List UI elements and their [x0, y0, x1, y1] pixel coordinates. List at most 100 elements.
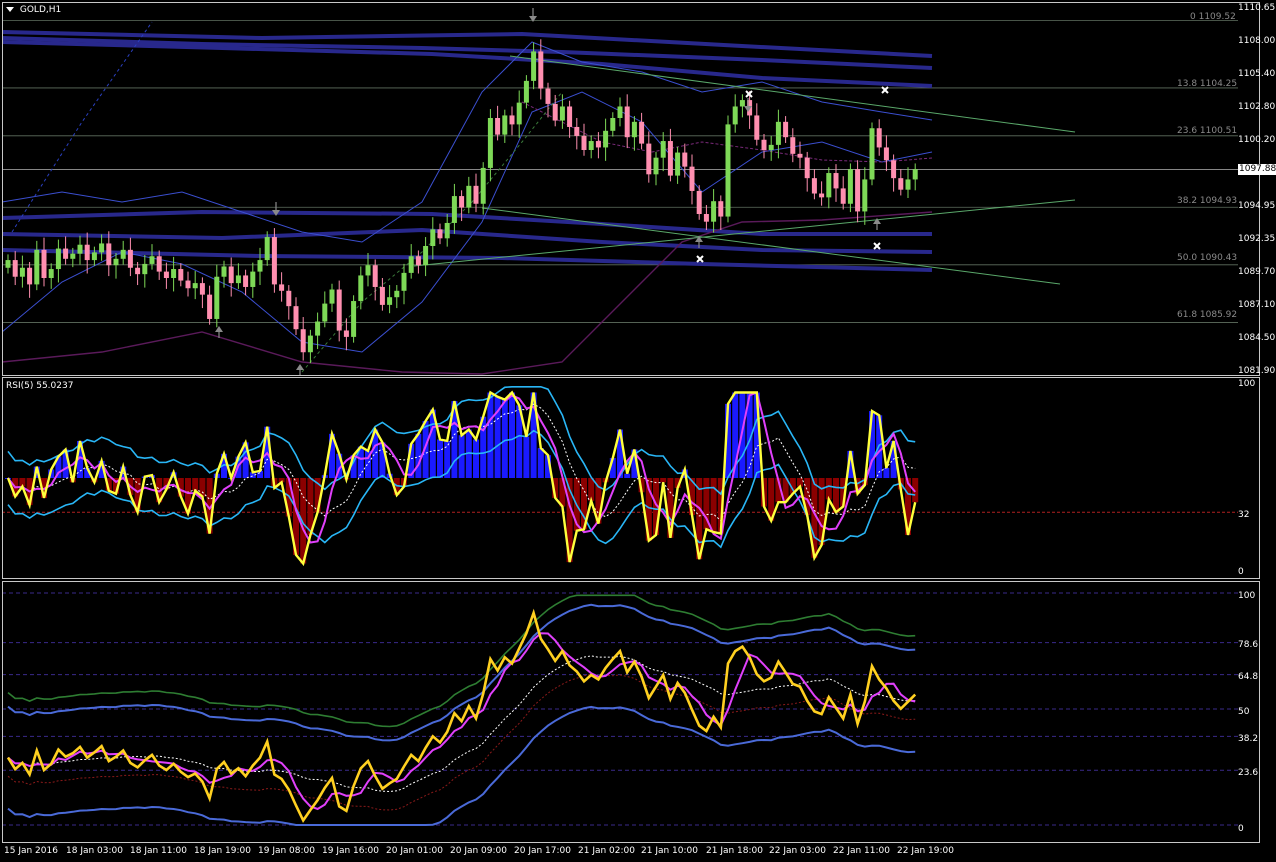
current-price-tag: 1097.88: [1238, 164, 1276, 175]
osc-axis-label: 78.6: [1238, 640, 1259, 650]
bullish-candle: [99, 243, 105, 253]
time-axis-label: 15 Jan 2016: [4, 846, 58, 856]
fib-level-label: 13.8 1104.25: [1177, 79, 1238, 89]
osc-axis-label: 38.2: [1238, 734, 1259, 744]
bearish-candle: [156, 256, 162, 272]
rsi-negative-bar: [710, 478, 717, 533]
bearish-candle: [797, 153, 803, 158]
bearish-candle: [804, 157, 810, 179]
bullish-candle: [660, 141, 666, 158]
bullish-candle: [610, 118, 616, 131]
bearish-candle: [135, 267, 141, 275]
bearish-candle: [163, 271, 169, 278]
price-pane[interactable]: GOLD,H1 1110.65 1108.00 1105.40 1102.80 …: [0, 0, 1276, 376]
bearish-candle: [754, 115, 760, 140]
bearish-candle: [279, 284, 285, 291]
price-plot-area[interactable]: [2, 2, 1260, 376]
bearish-candle: [286, 290, 292, 307]
bearish-candle: [271, 237, 277, 285]
bullish-candle: [257, 260, 263, 272]
fib-level-label: 61.8 1085.92: [1177, 310, 1238, 320]
rsi-chart-svg: [2, 386, 1238, 567]
time-axis-label: 21 Jan 10:00: [641, 846, 698, 856]
bearish-candle: [509, 115, 515, 125]
bearish-candle: [790, 137, 796, 154]
bearish-candle: [106, 243, 112, 266]
oscillator-plot-area[interactable]: [2, 581, 1260, 843]
bullish-candle: [351, 301, 357, 337]
fib-level-label: 50.0 1090.43: [1177, 253, 1238, 263]
bullish-candle: [401, 272, 407, 291]
bullish-candle: [617, 106, 623, 118]
bullish-candle: [912, 169, 918, 180]
time-axis-label: 18 Jan 03:00: [66, 846, 123, 856]
bearish-candle: [840, 188, 846, 204]
bullish-candle: [394, 290, 400, 298]
price-axis-label: 1084.50: [1238, 333, 1276, 343]
bearish-candle: [437, 229, 443, 239]
chart-menu-triangle-icon[interactable]: [6, 7, 14, 12]
bearish-candle: [545, 88, 551, 104]
bearish-candle: [415, 256, 421, 266]
bullish-candle: [113, 258, 119, 266]
channel-trend-line: [481, 207, 1061, 285]
bearish-candle: [761, 139, 767, 150]
rsi-positive-bar: [473, 439, 479, 478]
bullish-candle: [5, 260, 11, 268]
bullish-candle: [91, 252, 97, 261]
price-axis-label: 1102.80: [1238, 102, 1276, 112]
time-axis-label: 21 Jan 02:00: [578, 846, 635, 856]
bullish-candle: [725, 124, 731, 217]
rsi-positive-bar: [501, 399, 508, 478]
fractal-up-arrow: [215, 326, 223, 332]
fib-level-label: 23.6 1100.51: [1177, 126, 1238, 136]
time-axis-label: 20 Jan 17:00: [514, 846, 571, 856]
bearish-candle: [178, 269, 184, 281]
time-axis-label: 19 Jan 16:00: [322, 846, 379, 856]
fib-level-label: 38.2 1094.93: [1177, 196, 1238, 206]
rsi-positive-bar: [883, 468, 890, 478]
bearish-candle: [819, 193, 825, 198]
osc-axis-label: 0: [1238, 824, 1244, 834]
bearish-candle: [127, 249, 133, 268]
bullish-candle: [502, 115, 508, 135]
bearish-candle: [574, 126, 580, 136]
bearish-candle: [293, 306, 299, 330]
oscillator-lower-band: [7, 705, 916, 826]
rsi-positive-bar: [537, 448, 544, 478]
bullish-candle: [329, 289, 335, 304]
bullish-candle: [862, 179, 868, 212]
bearish-candle: [898, 178, 904, 190]
bearish-candle: [372, 265, 378, 287]
rsi-negative-bar: [660, 478, 667, 483]
rsi-pane[interactable]: RSI(5) 55.0237 100 32 0: [0, 377, 1276, 579]
rsi-negative-bar: [825, 478, 832, 500]
bullish-candle: [487, 118, 493, 168]
bullish-candle: [711, 201, 717, 222]
price-axis-label: 1105.40: [1238, 69, 1276, 79]
bullish-candle: [192, 283, 198, 289]
bullish-candle: [775, 121, 781, 145]
bearish-candle: [199, 283, 205, 295]
bullish-candle: [408, 256, 414, 273]
bullish-candle: [70, 253, 76, 259]
time-axis-label: 20 Jan 01:00: [386, 846, 443, 856]
bullish-candle: [523, 80, 529, 103]
bearish-candle: [783, 121, 789, 138]
rsi-plot-area[interactable]: [2, 377, 1260, 579]
moving-average-band: [2, 248, 933, 272]
time-axis-label: 21 Jan 18:00: [706, 846, 763, 856]
rsi-negative-bar: [192, 478, 199, 491]
symbol-title[interactable]: GOLD,H1: [6, 5, 61, 15]
bearish-candle: [538, 51, 544, 89]
bearish-candle: [552, 103, 558, 121]
bullish-candle: [905, 179, 911, 190]
bearish-candle: [336, 289, 342, 331]
time-axis-label: 18 Jan 19:00: [194, 846, 251, 856]
oscillator-pane[interactable]: 100 78.6 64.8 50 38.2 23.6 0: [0, 581, 1276, 843]
bullish-candle: [559, 106, 565, 121]
fractal-up-arrow: [873, 218, 881, 224]
rsi-positive-bar: [509, 392, 515, 478]
bullish-candle: [739, 100, 745, 107]
bearish-candle: [581, 135, 587, 150]
